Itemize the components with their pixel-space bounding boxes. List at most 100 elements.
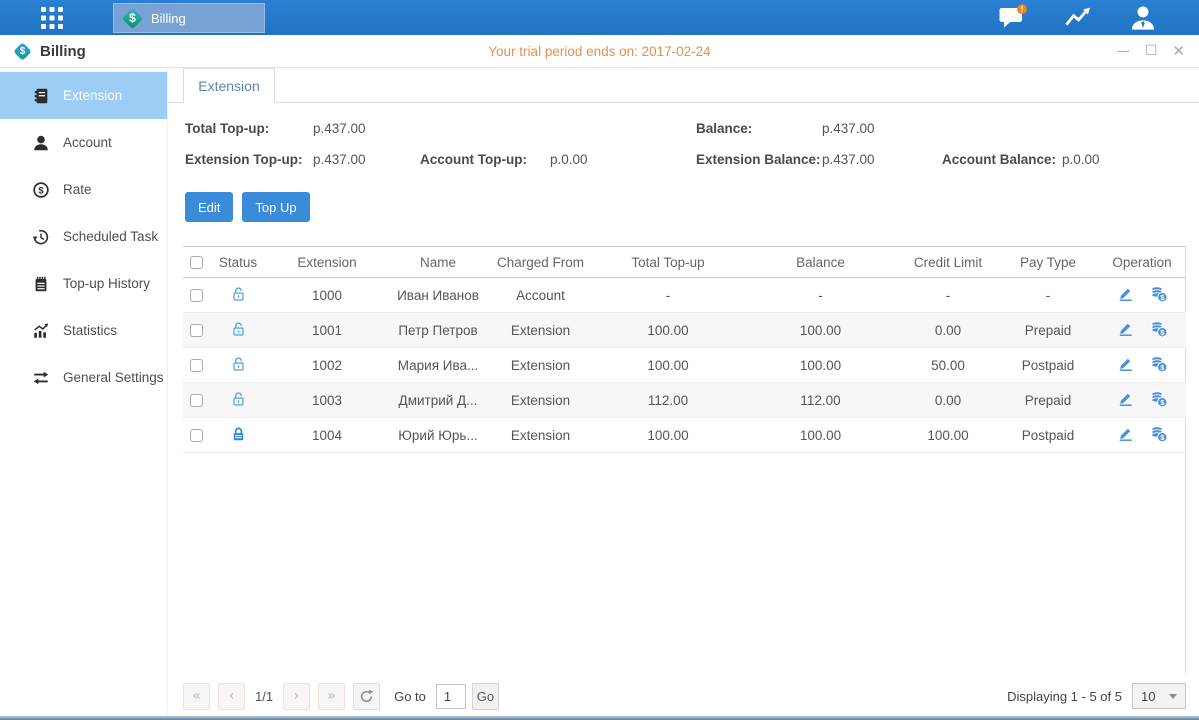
extension-topup-value: p.437.00 (313, 152, 420, 167)
row-checkbox[interactable] (190, 324, 203, 337)
cell-credit-limit: 100.00 (898, 418, 998, 453)
sidebar-item-scheduled-task[interactable]: Scheduled Task (0, 213, 167, 260)
minimize-icon[interactable]: — (1117, 45, 1130, 58)
chevron-down-icon (1169, 694, 1177, 699)
taskbar-status-icons: ! (998, 0, 1157, 35)
row-checkbox[interactable] (190, 289, 203, 302)
topup-icon[interactable]: $ (1150, 355, 1168, 376)
transfer-arrows-icon (32, 369, 50, 387)
pagination-bar: « ‹ 1/1 › » Go to Go Displaying 1 - 5 of… (183, 682, 1186, 710)
topup-icon[interactable]: $ (1150, 390, 1168, 411)
sidebar-item-label: Scheduled Task (63, 229, 158, 244)
row-checkbox[interactable] (190, 429, 203, 442)
cell-balance: 100.00 (743, 348, 898, 383)
page-indicator: 1/1 (255, 689, 273, 704)
edit-icon[interactable] (1117, 425, 1134, 445)
cell-charged-from: Extension (488, 383, 593, 418)
topup-icon[interactable]: $ (1150, 425, 1168, 446)
account-balance-label: Account Balance: (942, 152, 1062, 167)
close-icon[interactable]: ✕ (1172, 44, 1185, 59)
chat-icon[interactable]: ! (998, 4, 1028, 31)
edit-icon[interactable] (1117, 390, 1134, 410)
edit-button[interactable]: Edit (185, 192, 233, 222)
maximize-icon[interactable]: ☐ (1145, 44, 1158, 58)
col-balance: Balance (743, 247, 898, 278)
cell-credit-limit: 50.00 (898, 348, 998, 383)
table-header-row: Status Extension Name Charged From Total… (183, 247, 1186, 278)
first-page-button[interactable]: « (183, 683, 210, 710)
prev-page-button[interactable]: ‹ (218, 683, 245, 710)
cell-credit-limit: 0.00 (898, 383, 998, 418)
sidebar-item-label: Rate (63, 182, 92, 197)
billing-app-window: $ Billing ! (0, 0, 1199, 720)
sidebar-item-account[interactable]: Account (0, 119, 167, 166)
page-size-select[interactable]: 10 (1132, 683, 1186, 709)
topup-icon[interactable]: $ (1150, 285, 1168, 306)
top-up-button[interactable]: Top Up (242, 192, 309, 222)
sidebar-item-statistics[interactable]: Statistics (0, 307, 167, 354)
cell-total-topup: 100.00 (593, 313, 743, 348)
cell-extension: 1002 (266, 348, 388, 383)
cell-charged-from: Extension (488, 348, 593, 383)
svg-text:$: $ (38, 185, 44, 196)
cell-name: Юрий Юрь... (388, 418, 488, 453)
sidebar-item-label: Top-up History (63, 276, 150, 291)
cell-extension: 1003 (266, 383, 388, 418)
tab-extension[interactable]: Extension (183, 68, 275, 103)
monitor-icon[interactable] (1064, 5, 1093, 30)
edit-icon[interactable] (1117, 285, 1134, 305)
total-topup-label: Total Top-up: (185, 121, 313, 136)
topup-icon[interactable]: $ (1150, 320, 1168, 341)
sidebar-item-rate[interactable]: $ Rate (0, 166, 167, 213)
last-page-button[interactable]: » (318, 683, 345, 710)
go-button[interactable]: Go (472, 683, 499, 710)
sidebar-item-label: Extension (63, 88, 122, 103)
sidebar-item-label: General Settings (63, 370, 164, 385)
table-row: 1000Иван ИвановAccount----$ (183, 278, 1186, 313)
billing-summary: Total Top-up: p.437.00 Balance: p.437.00… (185, 117, 1199, 170)
user-icon[interactable] (1129, 5, 1157, 31)
clock-history-icon (32, 228, 50, 246)
row-checkbox[interactable] (190, 359, 203, 372)
svg-text:!: ! (1021, 4, 1024, 14)
action-buttons: Edit Top Up (185, 192, 1199, 222)
refresh-icon (359, 689, 374, 704)
cell-pay-type: - (998, 278, 1098, 313)
refresh-button[interactable] (353, 683, 380, 710)
account-balance-value: p.0.00 (1062, 152, 1199, 167)
col-status: Status (210, 247, 266, 278)
cell-name: Дмитрий Д... (388, 383, 488, 418)
row-checkbox[interactable] (190, 394, 203, 407)
goto-page-input[interactable] (436, 684, 466, 709)
select-all-checkbox[interactable] (190, 256, 203, 269)
col-total-topup: Total Top-up (593, 247, 743, 278)
col-pay-type: Pay Type (998, 247, 1098, 278)
cell-extension: 1000 (266, 278, 388, 313)
window-titlebar: Your trial period ends on: 2017-02-24 $ … (0, 35, 1199, 68)
trial-notice: Your trial period ends on: 2017-02-24 (0, 44, 1199, 59)
next-page-button[interactable]: › (283, 683, 310, 710)
sidebar-item-topup-history[interactable]: Top-up History (0, 260, 167, 307)
cell-name: Петр Петров (388, 313, 488, 348)
cell-pay-type: Prepaid (998, 383, 1098, 418)
page-size-value: 10 (1141, 689, 1155, 704)
sidebar-item-label: Statistics (63, 323, 117, 338)
sidebar-item-general-settings[interactable]: General Settings (0, 354, 167, 401)
extension-table-wrap: Status Extension Name Charged From Total… (183, 246, 1186, 674)
taskbar: $ Billing ! (0, 0, 1199, 35)
total-topup-value: p.437.00 (313, 121, 420, 136)
edit-icon[interactable] (1117, 355, 1134, 375)
main-content: Extension Total Top-up: p.437.00 Balance… (168, 68, 1199, 716)
taskbar-tab-billing[interactable]: $ Billing (113, 3, 265, 33)
apps-grid-glyph (39, 5, 65, 31)
displaying-text: Displaying 1 - 5 of 5 (1007, 689, 1122, 704)
col-charged-from: Charged From (488, 247, 593, 278)
tab-strip: Extension (168, 68, 1199, 103)
edit-icon[interactable] (1117, 320, 1134, 340)
cell-balance: 112.00 (743, 383, 898, 418)
balance-label: Balance: (696, 121, 822, 136)
unlocked-icon (231, 356, 246, 375)
cell-extension: 1001 (266, 313, 388, 348)
sidebar-item-extension[interactable]: Extension (0, 72, 167, 119)
apps-grid-icon[interactable] (33, 0, 71, 35)
